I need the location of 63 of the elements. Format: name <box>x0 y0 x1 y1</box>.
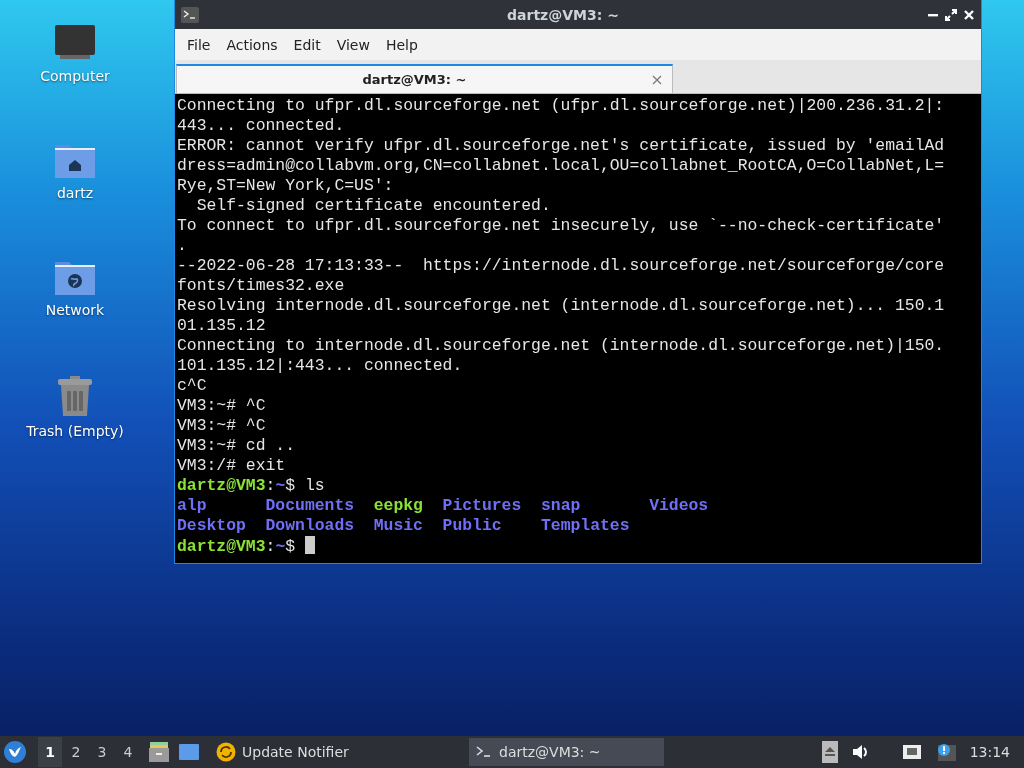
window-title: dartz@VM3: ~ <box>506 6 620 23</box>
terminal-line: c^C <box>177 376 208 396</box>
terminal-line: dartz@VM3:~$ ls <box>177 476 326 496</box>
notification-icon[interactable] <box>935 743 956 761</box>
terminal-line: fonts/times32.exe <box>177 276 346 296</box>
file-name: snap <box>540 496 582 516</box>
terminal-line: Connecting to ufpr.dl.sourceforge.net (ufpr.dl.sourceforge.net)|200.236.31.2|: <box>177 96 946 116</box>
file-name: alp <box>177 496 208 516</box>
desktop-icon[interactable] <box>178 742 200 762</box>
menu-item[interactable]: File <box>179 32 219 57</box>
monitor-icon <box>54 24 96 62</box>
file-name: Videos <box>649 496 709 516</box>
file-name: Public <box>442 516 503 536</box>
file-cabinet-icon[interactable] <box>148 741 170 763</box>
eject-icon[interactable] <box>821 741 838 763</box>
terminal-line: --2022-06-28 17:13:33-- https://internode.dl.sourceforge.net/sourceforge/core <box>177 256 946 276</box>
file-name: Pictures <box>442 496 522 516</box>
menu-item[interactable]: Help <box>377 32 426 57</box>
terminal-line: VM3:/# exit <box>177 456 287 476</box>
maximize-icon[interactable] <box>945 8 957 21</box>
file-name: Documents <box>265 496 355 516</box>
terminal-line: To connect to ufpr.dl.sourceforge.net insecurely, use `--no-check-certificate' <box>177 216 946 236</box>
file-name: eepkg <box>373 496 423 516</box>
clock: 13:14 <box>969 744 1010 760</box>
terminal-line: Self-signed certificate encountered. <box>195 196 552 216</box>
terminal-prompt: dartz@VM3:~$ <box>177 537 296 557</box>
terminal-tab[interactable]: dartz@VM3: ~ <box>176 64 673 93</box>
workspace-button[interactable]: 2 <box>64 737 88 767</box>
terminal-line: Connecting to internode.dl.sourceforge.net (internode.dl.sourceforge.net)|150. <box>177 336 946 356</box>
file-name: Music <box>373 516 423 536</box>
terminal-icon <box>475 745 493 759</box>
workspace-button[interactable]: 3 <box>90 737 114 767</box>
terminal-line: 443... connected. <box>177 116 346 136</box>
menu-item[interactable]: Edit <box>285 32 329 57</box>
terminal-line: . <box>177 236 188 256</box>
terminal-line: ERROR: cannot verify ufpr.dl.sourceforge.net's certificate, issued by 'emailAd <box>177 136 946 156</box>
terminal-line: VM3:~# ^C <box>177 396 267 416</box>
workspace-button[interactable]: 4 <box>116 737 140 767</box>
network-icon[interactable] <box>901 744 922 760</box>
start-menu-icon[interactable] <box>4 741 26 763</box>
desktop-icon-label[interactable]: dartz <box>56 185 94 201</box>
terminal-line: dress=admin@collabvm.org,CN=collabnet.local,OU=collabnet_RootCA,O=CollabNet,L= <box>177 156 946 176</box>
terminal-line: 01.135.12 <box>177 316 267 336</box>
desktop-icon-label[interactable]: Trash (Empty) <box>26 423 124 439</box>
file-name: Desktop <box>177 516 246 536</box>
taskbar-task-button[interactable]: dartz@VM3: ~ <box>469 738 664 766</box>
menu-item[interactable]: Actions <box>218 32 286 57</box>
update-icon <box>216 742 236 762</box>
terminal-line: Resolving internode.dl.sourceforge.net (internode.dl.sourceforge.net)... 150.1 <box>177 296 946 316</box>
terminal-line: VM3:~# ^C <box>177 416 267 436</box>
terminal-line: 101.135.12|:443... connected. <box>177 356 464 376</box>
taskbar-task-button[interactable]: Update Notifier <box>210 738 405 766</box>
trash-icon <box>56 375 94 417</box>
desktop-icon-label[interactable]: Network <box>45 302 105 318</box>
file-name: Downloads <box>265 516 355 536</box>
volume-icon[interactable] <box>851 744 870 760</box>
terminal-line: Rye,ST=New York,C=US': <box>177 176 395 196</box>
text-cursor <box>304 536 315 554</box>
terminal-line: VM3:~# cd .. <box>177 436 297 456</box>
workspace-button[interactable]: 1 <box>38 737 62 767</box>
terminal-icon <box>181 6 199 23</box>
menu-item[interactable]: View <box>328 32 378 57</box>
file-name: Templates <box>540 516 630 536</box>
